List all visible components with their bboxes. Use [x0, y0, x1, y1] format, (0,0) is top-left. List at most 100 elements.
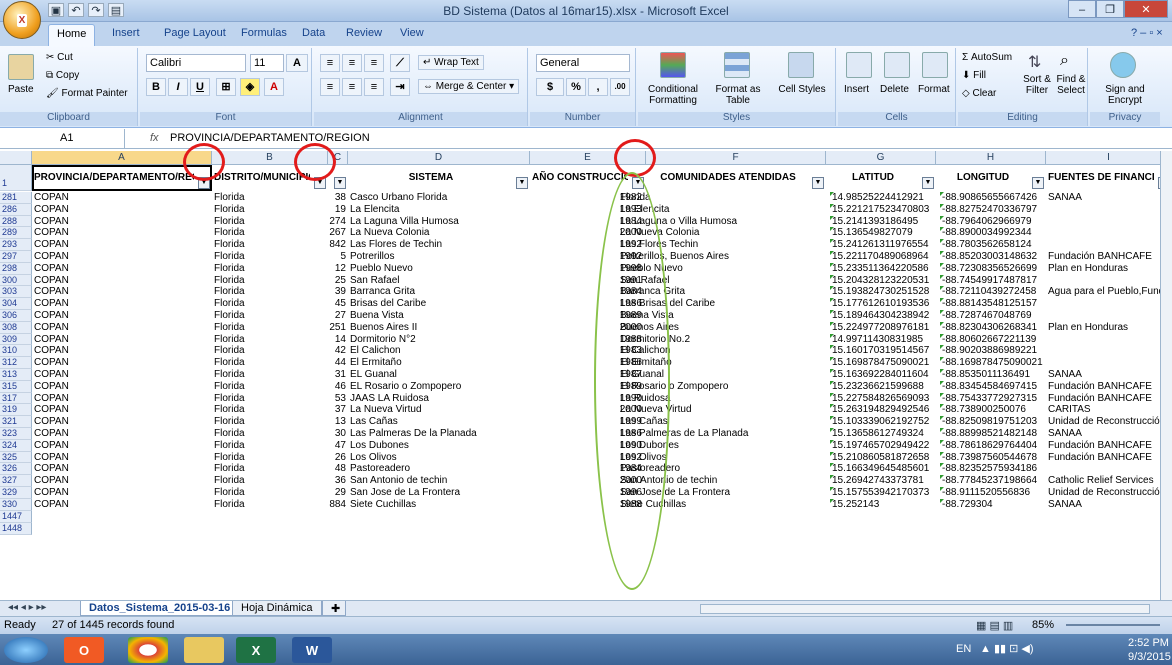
table-cell[interactable]: Florida [214, 416, 326, 428]
merge-center-button[interactable]: ⇔ Merge & Center ▾ [418, 79, 520, 94]
row-header[interactable]: 325 [0, 451, 32, 464]
row-header[interactable]: 286 [0, 203, 32, 216]
table-cell[interactable]: Fundación BANHCAFE [1048, 251, 1170, 263]
align-middle-icon[interactable]: ≡ [342, 54, 362, 72]
table-cell[interactable]: -88.88998521482148 [942, 428, 1048, 440]
table-cell[interactable]: Fundación BANHCAFE [1048, 381, 1170, 393]
indent-icon[interactable]: ⇥ [390, 78, 410, 96]
table-cell[interactable]: Florida [214, 404, 326, 416]
table-cell[interactable]: -88.88143548125157 [942, 298, 1048, 310]
table-cell[interactable]: JAAS LA Ruidosa [350, 393, 528, 405]
tab-data[interactable]: Data [296, 27, 331, 39]
table-cell[interactable]: El Ermitaño [350, 357, 528, 369]
row-header[interactable]: 324 [0, 439, 32, 452]
table-cell[interactable]: Buenos Aires II [350, 322, 528, 334]
table-cell[interactable]: COPAN [34, 357, 210, 369]
row-header[interactable]: 317 [0, 392, 32, 405]
row-header[interactable]: 330 [0, 498, 32, 511]
table-cell[interactable]: Dormitorio N°2 [350, 334, 528, 346]
find-select-button[interactable]: Find & Select [1054, 74, 1088, 96]
format-painter-button[interactable]: 🖌 Format Painter [46, 88, 128, 99]
table-cell[interactable]: COPAN [34, 263, 210, 275]
delete-cells-button[interactable]: Delete [880, 84, 909, 95]
table-cell[interactable]: Florida [214, 275, 326, 287]
filter-dropdown-icon[interactable]: ▼ [1032, 177, 1044, 189]
table-cell[interactable]: 251 [318, 322, 346, 334]
table-cell[interactable]: La Nueva Colonia [350, 227, 528, 239]
table-cell[interactable]: 12 [318, 263, 346, 275]
font-color-icon[interactable]: A [264, 78, 284, 96]
table-cell[interactable]: COPAN [34, 393, 210, 405]
table-cell[interactable]: -88.78618629764404 [942, 440, 1048, 452]
table-cell[interactable]: COPAN [34, 487, 210, 499]
tab-review[interactable]: Review [340, 27, 388, 39]
table-cell[interactable]: COPAN [34, 499, 210, 511]
table-cell[interactable]: COPAN [34, 334, 210, 346]
table-cell[interactable]: Florida [214, 463, 326, 475]
table-cell[interactable]: Plan en Honduras [1048, 322, 1170, 334]
table-cell[interactable]: Florida [214, 428, 326, 440]
table-cell[interactable]: 15.169878475090021 [832, 357, 938, 369]
format-cells-icon[interactable] [922, 52, 948, 78]
table-cell[interactable]: -88.72110439272458 [942, 286, 1048, 298]
chrome-icon[interactable] [128, 637, 168, 663]
table-cell[interactable]: Las Palmeras De la Planada [350, 428, 528, 440]
help-icon[interactable]: ? – ▫ × [1125, 27, 1169, 39]
table-cell[interactable]: SANAA [1048, 499, 1170, 511]
fill-button[interactable]: ⬇ Fill [962, 70, 986, 81]
table-cell[interactable]: -88.90865655667426 [942, 192, 1048, 204]
filter-dropdown-icon[interactable]: ▼ [812, 177, 824, 189]
vertical-scrollbar[interactable] [1160, 151, 1172, 600]
copy-button[interactable]: ⧉ Copy [46, 70, 79, 81]
table-cell[interactable]: 15.221170489068964 [832, 251, 938, 263]
comma-icon[interactable]: , [588, 78, 608, 96]
table-cell[interactable]: 39 [318, 286, 346, 298]
column-header-h[interactable]: H [936, 151, 1046, 165]
currency-icon[interactable]: $ [536, 78, 564, 96]
table-cell[interactable]: Siete Cuchillas [350, 499, 528, 511]
row-header[interactable]: 304 [0, 298, 32, 310]
insert-cells-button[interactable]: Insert [844, 84, 869, 95]
row-header[interactable]: 319 [0, 404, 32, 417]
minimize-button[interactable]: – [1068, 0, 1096, 18]
table-cell[interactable]: EL Guanal [350, 369, 528, 381]
table-cell[interactable]: Florida [214, 263, 326, 275]
table-cell[interactable]: Florida [214, 204, 326, 216]
align-top-icon[interactable]: ≡ [320, 54, 340, 72]
tab-insert[interactable]: Insert [106, 27, 146, 39]
horizontal-scrollbar[interactable] [700, 604, 1150, 614]
delete-cells-icon[interactable] [884, 52, 910, 78]
table-cell[interactable]: Florida [214, 345, 326, 357]
table-cell[interactable]: 15.204328123220531 [832, 275, 938, 287]
row-header[interactable]: 327 [0, 475, 32, 487]
table-cell[interactable]: 842 [318, 239, 346, 251]
sheet-tab-datos[interactable]: Datos_Sistema_2015-03-16 [80, 601, 240, 616]
underline-icon[interactable]: U [190, 78, 210, 96]
table-cell[interactable]: 15.197465702949422 [832, 440, 938, 452]
table-cell[interactable]: 26 [318, 452, 346, 464]
table-cell[interactable]: 267 [318, 227, 346, 239]
align-center-icon[interactable]: ≡ [342, 78, 362, 96]
table-cell[interactable]: COPAN [34, 463, 210, 475]
table-cell[interactable]: -88.82352575934186 [942, 463, 1048, 475]
table-cell[interactable]: Florida [214, 286, 326, 298]
table-cell[interactable]: Florida [214, 369, 326, 381]
table-cell[interactable]: Catholic Relief Services [1048, 475, 1170, 487]
table-cell[interactable]: COPAN [34, 428, 210, 440]
table-cell[interactable]: 45 [318, 298, 346, 310]
conditional-formatting-button[interactable]: Conditional Formatting [640, 84, 706, 106]
table-cell[interactable]: Los Olivos [350, 452, 528, 464]
fx-icon[interactable]: fx [150, 132, 159, 144]
table-cell[interactable]: Unidad de Reconstrucción [1048, 487, 1170, 499]
row-header[interactable]: 308 [0, 321, 32, 334]
table-cell[interactable]: Fundación BANHCAFE [1048, 452, 1170, 464]
select-all-corner[interactable] [0, 151, 32, 165]
number-format-select[interactable]: General [536, 54, 630, 72]
table-cell[interactable]: COPAN [34, 239, 210, 251]
table-cell[interactable]: COPAN [34, 310, 210, 322]
row-header[interactable]: 326 [0, 463, 32, 476]
borders-icon[interactable]: ⊞ [216, 78, 236, 96]
cell-styles-icon[interactable] [788, 52, 814, 78]
cell-styles-button[interactable]: Cell Styles [774, 84, 830, 95]
format-cells-button[interactable]: Format [918, 84, 950, 95]
